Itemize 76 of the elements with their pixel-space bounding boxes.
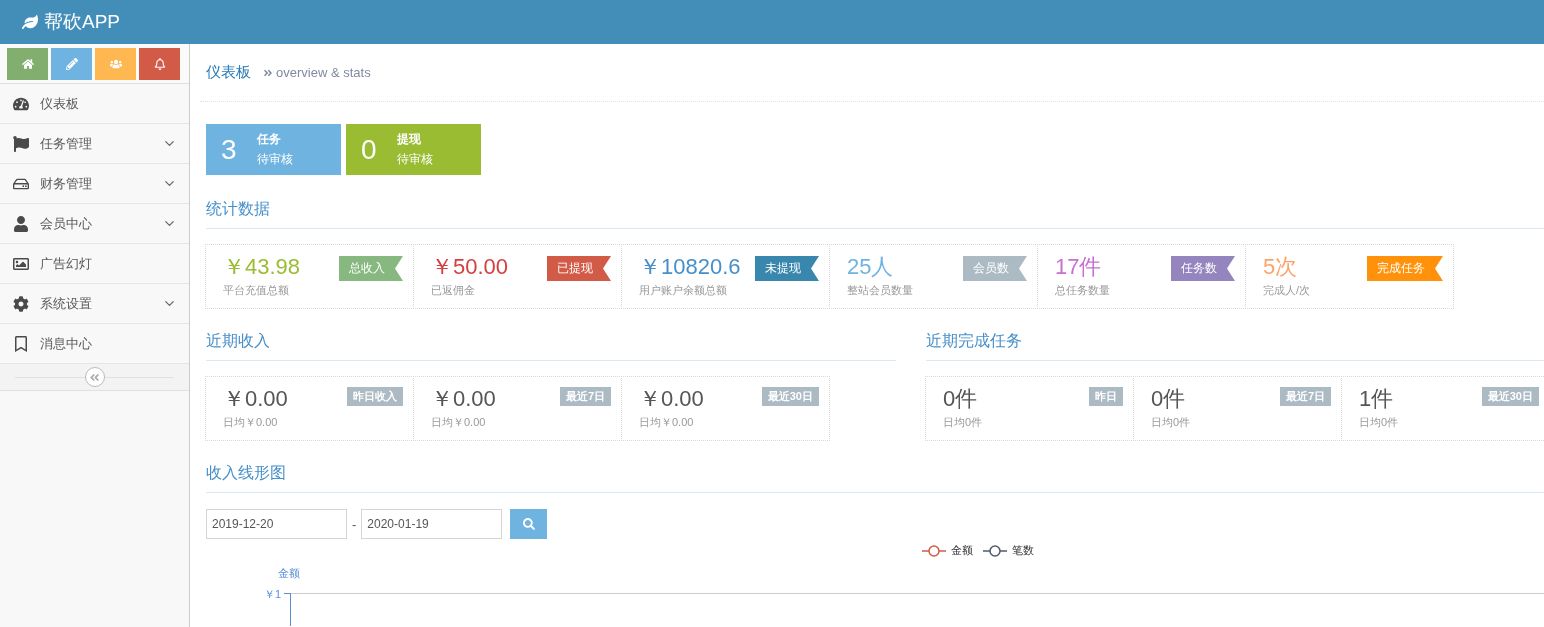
- gauge-icon: [13, 95, 29, 112]
- ribbon-label: 已提现: [547, 256, 611, 281]
- period-label: 最近30日: [761, 387, 819, 406]
- stat-caption: 日均￥0.00: [639, 415, 695, 430]
- end-date-field[interactable]: 2020-01-19: [361, 509, 503, 539]
- legend-label: 笔数: [1012, 543, 1034, 558]
- stat-value: 0件: [1151, 385, 1186, 413]
- stat-value: 25人: [847, 253, 894, 281]
- stat-caption: 完成人/次: [1263, 283, 1312, 298]
- axis-label: 金额: [278, 566, 300, 581]
- stat-value: 5次: [1263, 253, 1298, 281]
- pending-count: 0: [361, 133, 377, 166]
- ribbon-label: 完成任务: [1367, 256, 1443, 281]
- users-icon: [109, 58, 122, 70]
- home-icon: [21, 58, 34, 70]
- stat-value: ￥10820.6: [639, 253, 741, 281]
- stat-value: ￥0.00: [639, 385, 704, 413]
- stat-caption: 已返佣金: [431, 283, 476, 298]
- shortcut-button[interactable]: [51, 48, 92, 80]
- stat-value: ￥50.00: [431, 253, 509, 281]
- stat-caption: 日均￥0.00: [223, 415, 279, 430]
- shortcut-button[interactable]: [95, 48, 136, 80]
- leaf-icon: [22, 14, 38, 30]
- period-label: 最近7日: [1279, 387, 1331, 406]
- period-label: 最近30日: [1481, 387, 1539, 406]
- search-icon: [522, 518, 535, 530]
- settings-icon: [13, 295, 29, 312]
- stat-caption: 日均0件: [943, 415, 984, 430]
- section-heading: 收入线形图: [206, 463, 1544, 493]
- flag-icon: [13, 135, 29, 152]
- date-separator: -: [352, 516, 357, 532]
- stat-caption: 总任务数量: [1055, 283, 1111, 298]
- pencil-icon: [65, 58, 78, 70]
- collapse-button[interactable]: [84, 367, 105, 387]
- axis-tick-label: ￥1: [264, 587, 282, 602]
- stat-caption: 日均0件: [1359, 415, 1400, 430]
- pending-status: 待审核: [256, 151, 293, 168]
- search-button[interactable]: [510, 509, 548, 539]
- section-heading: 近期收入: [206, 331, 896, 361]
- ribbon-label: 任务数: [1171, 256, 1235, 281]
- stat-value: ￥0.00: [431, 385, 496, 413]
- shortcut-button[interactable]: [7, 48, 48, 80]
- stat-value: 1件: [1359, 385, 1394, 413]
- ribbon-label: 总收入: [339, 256, 403, 281]
- period-label: 昨日: [1089, 387, 1123, 406]
- section-heading: 近期完成任务: [926, 331, 1544, 361]
- start-date-field[interactable]: 2019-12-20: [206, 509, 347, 539]
- page-subtitle: overview & stats: [276, 65, 371, 80]
- stat-caption: 日均￥0.00: [431, 415, 487, 430]
- bell-icon: [153, 58, 166, 70]
- double-chevron-icon: [263, 67, 273, 78]
- stat-value: 0件: [943, 385, 978, 413]
- user-icon: [13, 215, 29, 232]
- pending-title: 任务: [256, 131, 282, 148]
- stat-value: ￥0.00: [223, 385, 288, 413]
- stat-caption: 日均0件: [1151, 415, 1192, 430]
- legend-label: 金额: [951, 543, 973, 558]
- period-label: 昨日收入: [347, 387, 403, 406]
- bookmark-icon: [13, 335, 29, 352]
- ribbon-label: 会员数: [963, 256, 1027, 281]
- pending-title: 提现: [396, 131, 422, 148]
- stat-value: 17件: [1055, 253, 1102, 281]
- period-label: 最近7日: [559, 387, 611, 406]
- pending-count: 3: [221, 133, 237, 166]
- shortcut-button[interactable]: [139, 48, 180, 80]
- stat-caption: 整站会员数量: [847, 283, 914, 298]
- stat-caption: 用户账户余额总额: [639, 283, 728, 298]
- stat-caption: 平台充值总额: [223, 283, 290, 298]
- double-chevron-icon: [89, 371, 100, 383]
- page-title: 仪表板: [206, 63, 251, 82]
- section-heading: 统计数据: [206, 199, 1544, 229]
- app-title: 帮砍APP: [44, 10, 121, 34]
- stat-value: ￥43.98: [223, 253, 301, 281]
- pending-status: 待审核: [396, 151, 433, 168]
- image-icon: [13, 255, 29, 272]
- ribbon-label: 未提现: [755, 256, 819, 281]
